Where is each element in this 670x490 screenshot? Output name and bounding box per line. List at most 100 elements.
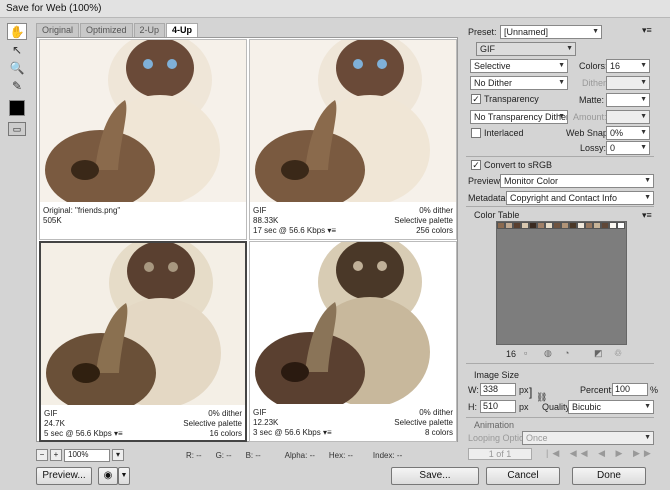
color-swatch[interactable] — [609, 222, 617, 229]
color-swatch[interactable] — [497, 222, 505, 229]
new-color-icon[interactable]: ◩ — [594, 348, 603, 359]
color-swatch[interactable] — [593, 222, 601, 229]
tab-4up[interactable]: 4-Up — [166, 23, 199, 37]
tab-original[interactable]: Original — [36, 23, 80, 37]
zoom-icon[interactable]: 🔍 — [7, 59, 27, 76]
metadata-label: Metadata: — [468, 193, 509, 203]
lock-color-icon[interactable]: ◔ — [564, 348, 569, 358]
looping-dropdown: Once — [522, 431, 654, 445]
dither-label: Dither: — [582, 78, 609, 88]
delete-color-icon[interactable]: ♲ — [614, 348, 622, 359]
tab-optimized[interactable]: Optimized — [80, 23, 133, 37]
hand-icon[interactable]: ✋ — [7, 23, 27, 40]
transparency-label: Transparency — [484, 94, 539, 104]
color-swatch[interactable] — [561, 222, 569, 229]
menu-icon[interactable]: ▾≡ — [327, 226, 336, 235]
pane-palette: Selective palette — [183, 419, 242, 428]
convert-srgb-checkbox[interactable]: ✓ — [471, 160, 481, 170]
preview-pane-original[interactable]: Original: "friends.png" 505K — [39, 39, 247, 240]
preview-button[interactable]: Preview... — [36, 467, 92, 485]
lossy-field[interactable]: 0 — [606, 141, 650, 155]
frame-counter: 1 of 1 — [468, 448, 532, 460]
color-swatch[interactable] — [545, 222, 553, 229]
pane-info: GIF 88.33K 17 sec @ 56.6 Kbps ▾≡ 0% dith… — [253, 206, 453, 236]
settings-panel: Preset: [Unnamed] ▾≡ GIF Selective Color… — [466, 22, 666, 462]
pane-dither: 0% dither — [419, 408, 453, 417]
colors-label: Colors: — [579, 61, 608, 71]
zoom-level-field[interactable]: 100% — [64, 448, 110, 462]
dither-amount-field — [606, 76, 650, 90]
convert-srgb-label: Convert to sRGB — [484, 160, 553, 170]
color-swatch[interactable] — [537, 222, 545, 229]
colors-field[interactable]: 16 — [606, 59, 650, 73]
toggle-slices-icon[interactable]: ▭ — [8, 122, 26, 136]
slice-select-icon[interactable]: ↖ — [7, 41, 27, 58]
menu-icon[interactable]: ▾≡ — [323, 428, 332, 437]
color-swatch[interactable] — [529, 222, 537, 229]
preview-color-dropdown[interactable]: Monitor Color — [500, 174, 654, 188]
color-swatch[interactable] — [585, 222, 593, 229]
pane-palette: Selective palette — [394, 216, 453, 225]
index-readout: Index: -- — [372, 450, 403, 460]
matte-dropdown[interactable] — [606, 93, 650, 107]
interlaced-label: Interlaced — [484, 128, 524, 138]
pane-download-time: 17 sec @ 56.6 Kbps — [253, 226, 326, 235]
format-dropdown[interactable]: GIF — [476, 42, 576, 56]
websnap-field[interactable]: 0% — [606, 126, 650, 140]
color-swatch[interactable] — [601, 222, 609, 229]
preview-pane-256[interactable]: GIF 88.33K 17 sec @ 56.6 Kbps ▾≡ 0% dith… — [249, 39, 457, 240]
height-field[interactable]: 510 — [480, 400, 516, 413]
zoom-out-icon[interactable]: − — [36, 449, 48, 461]
color-swatch[interactable] — [505, 222, 513, 229]
browser-icon[interactable]: ◉ — [98, 467, 118, 485]
alpha-readout: Alpha: -- — [284, 450, 315, 460]
color-count: 16 — [506, 349, 517, 359]
zoom-dropdown-icon[interactable]: ▾ — [112, 449, 124, 461]
preview-pane-16[interactable]: GIF 24.7K 5 sec @ 56.6 Kbps ▾≡ 0% dither… — [39, 241, 247, 442]
eyedropper-icon[interactable]: ✎ — [7, 77, 27, 94]
preview-canvas: Original: "friends.png" 505K GIF 88.33K … — [36, 37, 458, 442]
percent-field[interactable]: 100 — [612, 383, 648, 396]
color-swatch[interactable] — [521, 222, 529, 229]
pane-filename: Original: "friends.png" — [43, 206, 121, 215]
percent-unit: % — [650, 385, 659, 395]
map-color-icon[interactable]: ▫ — [524, 348, 527, 358]
color-swatch[interactable] — [577, 222, 585, 229]
color-swatch[interactable] — [569, 222, 577, 229]
zoom-in-icon[interactable]: + — [50, 449, 62, 461]
matte-label: Matte: — [579, 95, 605, 105]
transparency-checkbox[interactable]: ✓ — [471, 94, 481, 104]
preview-pane-8[interactable]: GIF 12.23K 3 sec @ 56.6 Kbps ▾≡ 0% dithe… — [249, 241, 457, 442]
toolbox: ✋ ↖ 🔍 ✎ ▭ — [7, 22, 29, 136]
pane-download-time: 3 sec @ 56.6 Kbps — [253, 428, 321, 437]
web-shift-icon[interactable]: ◍ — [544, 348, 552, 359]
interlaced-checkbox[interactable] — [471, 128, 481, 138]
transparency-dither-dropdown[interactable]: No Transparency Dither — [470, 110, 568, 124]
eyedropper-color-swatch[interactable] — [9, 100, 25, 116]
height-unit: px — [519, 402, 529, 412]
width-field[interactable]: 338 — [480, 383, 516, 396]
browser-dropdown-icon[interactable]: ▼ — [118, 467, 130, 485]
menu-icon[interactable]: ▾≡ — [114, 429, 123, 438]
metadata-dropdown[interactable]: Copyright and Contact Info — [506, 191, 654, 205]
optimize-menu-icon[interactable]: ▾≡ — [642, 25, 652, 36]
color-table-menu-icon[interactable]: ▾≡ — [642, 210, 652, 221]
done-button[interactable]: Done — [572, 467, 646, 485]
red-readout: R: -- — [186, 450, 202, 460]
color-swatch[interactable] — [513, 222, 521, 229]
dither-dropdown[interactable]: No Dither — [470, 76, 568, 90]
color-swatch[interactable] — [617, 222, 625, 229]
pane-info: GIF 12.23K 3 sec @ 56.6 Kbps ▾≡ 0% dithe… — [253, 408, 453, 438]
color-reduction-dropdown[interactable]: Selective — [470, 59, 568, 73]
color-table-swatches — [497, 222, 625, 229]
height-label: H: — [468, 402, 477, 412]
save-button[interactable]: Save... — [391, 467, 479, 485]
status-bar: − + 100% ▾ R: -- G: -- B: -- Alpha: -- H… — [36, 448, 458, 462]
color-swatch[interactable] — [553, 222, 561, 229]
pane-download-time: 5 sec @ 56.6 Kbps — [44, 429, 112, 438]
tab-2up[interactable]: 2-Up — [133, 23, 166, 37]
cancel-button[interactable]: Cancel — [486, 467, 560, 485]
preview-label: Preview: — [468, 176, 503, 186]
quality-dropdown[interactable]: Bicubic — [568, 400, 654, 414]
preset-dropdown[interactable]: [Unnamed] — [500, 25, 602, 39]
